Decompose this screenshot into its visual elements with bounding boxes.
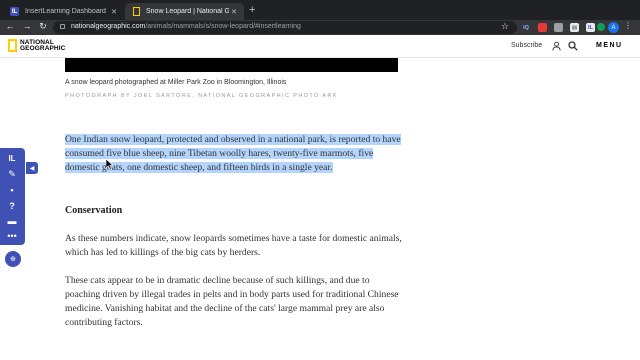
- snow-leopard-photo: [65, 58, 398, 72]
- iq-extension-icon[interactable]: IQ: [520, 23, 532, 32]
- bookmark-star-icon[interactable]: ☆: [501, 21, 509, 32]
- close-tab-icon[interactable]: ✕: [109, 8, 119, 16]
- text-selection-highlight[interactable]: One Indian snow leopard, protected and o…: [65, 134, 401, 173]
- search-icon[interactable]: [568, 41, 578, 51]
- natgeo-favicon-icon: [133, 7, 140, 16]
- address-bar[interactable]: nationalgeographic.com/animals/mammals/s…: [53, 21, 517, 34]
- red-extension-icon[interactable]: [538, 23, 547, 32]
- reload-icon[interactable]: ↻: [37, 21, 49, 32]
- mouse-cursor-icon: [106, 159, 114, 170]
- green-extension-icon[interactable]: [597, 23, 605, 31]
- article-paragraph: These cats appear to be in dramatic decl…: [65, 275, 399, 328]
- subscribe-link[interactable]: Subscribe: [511, 42, 542, 49]
- insertlearning-share-icon[interactable]: ⊕: [5, 251, 21, 267]
- insertlearning-toolbar: IL ✎ ▪ ? ▬ •••: [0, 148, 25, 245]
- profile-avatar[interactable]: A: [608, 22, 619, 33]
- photo-caption: A snow leopard photographed at Miller Pa…: [65, 79, 287, 86]
- question-icon[interactable]: ?: [5, 200, 19, 212]
- site-header: NATIONAL GEOGRAPHIC Subscribe MENU: [0, 35, 640, 58]
- insertlearning-extension-icon[interactable]: IL: [586, 23, 595, 32]
- collapse-toolbar-icon[interactable]: ◀: [26, 162, 38, 174]
- browser-menu-icon[interactable]: ⋮: [624, 21, 632, 30]
- url-text: nationalgeographic.com/animals/mammals/s…: [71, 23, 301, 30]
- user-icon[interactable]: [552, 41, 561, 51]
- highlighted-paragraph[interactable]: One Indian snow leopard, protected and o…: [65, 133, 405, 175]
- menu-button[interactable]: MENU: [596, 42, 623, 49]
- tab-title: Snow Leopard | National Geographic: [146, 8, 229, 15]
- insertlearning-logo-icon[interactable]: IL: [5, 152, 19, 164]
- photo-credit: PHOTOGRAPH BY JOEL SARTORE, NATIONAL GEO…: [65, 93, 338, 99]
- yellow-frame-icon: [8, 39, 17, 52]
- grey-extension-icon[interactable]: [554, 23, 563, 32]
- back-icon[interactable]: ←: [4, 21, 16, 31]
- section-heading-conservation: Conservation: [65, 205, 123, 216]
- docs-extension-icon[interactable]: ▤: [570, 23, 579, 32]
- insertlearning-favicon-icon: IL: [10, 7, 19, 16]
- article-paragraph: As these numbers indicate, snow leopards…: [65, 233, 402, 258]
- tab-insertlearning-dashboard[interactable]: IL InsertLearning Dashboard ✕: [2, 3, 124, 20]
- more-icon[interactable]: •••: [5, 230, 19, 242]
- close-tab-icon[interactable]: ✕: [229, 8, 239, 16]
- natgeo-logo[interactable]: NATIONAL GEOGRAPHIC: [8, 39, 65, 52]
- logo-line-2: GEOGRAPHIC: [20, 44, 66, 52]
- tab-snow-leopard[interactable]: Snow Leopard | National Geographic ✕: [125, 3, 244, 20]
- sticky-note-icon[interactable]: ▪: [5, 184, 19, 196]
- discussion-icon[interactable]: ▬: [5, 215, 19, 227]
- forward-icon[interactable]: →: [21, 21, 33, 31]
- browser-toolbar: ← → ↻ nationalgeographic.com/animals/mam…: [0, 20, 640, 35]
- browser-tab-strip: IL InsertLearning Dashboard ✕ Snow Leopa…: [0, 0, 640, 20]
- lock-icon: [60, 24, 65, 29]
- new-tab-button[interactable]: +: [249, 4, 255, 16]
- tab-title: InsertLearning Dashboard: [25, 8, 106, 15]
- highlighter-icon[interactable]: ✎: [5, 168, 19, 180]
